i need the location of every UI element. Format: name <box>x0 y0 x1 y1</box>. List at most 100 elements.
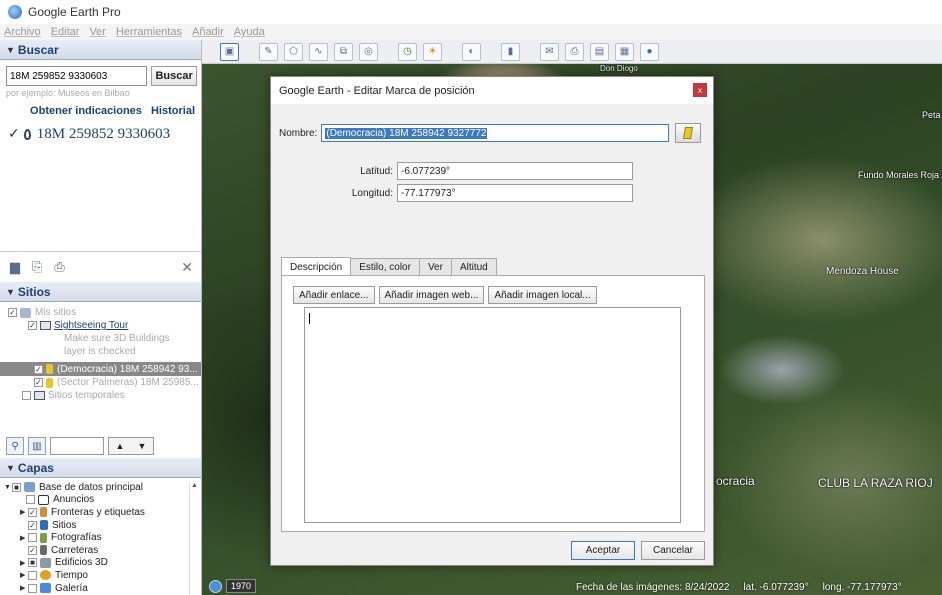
layer-label: Fronteras y etiquetas <box>51 506 145 518</box>
record-tour-icon[interactable]: ◎ <box>359 42 378 61</box>
menu-archivo[interactable]: Archivo <box>4 26 41 38</box>
copy-icon[interactable]: ⎘ <box>32 259 42 275</box>
checkbox[interactable]: ✓ <box>34 364 43 374</box>
gallery-star-icon <box>40 583 51 594</box>
layer-carreteras[interactable]: ✓ Carreteras <box>0 544 201 557</box>
add-link-button[interactable]: Añadir enlace... <box>293 286 375 304</box>
layer-edificios[interactable]: ▶ ■ Edificios 3D <box>0 557 201 570</box>
search-places-icon[interactable]: ⚲ <box>6 437 24 455</box>
map-label-peta: Peta <box>922 110 941 120</box>
checkbox[interactable] <box>28 570 37 580</box>
layers-scrollbar[interactable]: ▲ <box>189 482 199 595</box>
tree-item-democracia[interactable]: ✓ (Democracia) 18M 258942 93... <box>0 362 201 376</box>
add-local-image-button[interactable]: Añadir imagen local... <box>488 286 597 304</box>
menu-editar[interactable]: Editar <box>51 26 80 38</box>
checkbox[interactable]: ■ <box>28 558 37 568</box>
menu-ver[interactable]: Ver <box>89 26 106 38</box>
panel-toggle-icon[interactable]: ▥ <box>28 437 46 455</box>
name-field[interactable]: (Democracia) 18M 258942 9327772 <box>321 124 670 142</box>
layer-fotografias[interactable]: ▶ Fotografías <box>0 531 201 544</box>
move-up-icon[interactable]: ▲ <box>116 441 125 451</box>
historical-year[interactable]: 1970 <box>209 579 257 593</box>
menu-anadir[interactable]: Añadir <box>192 26 224 38</box>
print-icon[interactable]: ⎙ <box>54 259 64 275</box>
tree-item-sightseeing[interactable]: ✓ Sightseeing Tour <box>0 319 201 332</box>
tab-altitud[interactable]: Altitud <box>450 258 497 276</box>
layer-sitios[interactable]: ✓ Sitios <box>0 519 201 532</box>
accept-button[interactable]: Aceptar <box>571 541 635 560</box>
layers-header[interactable]: ▼ Capas <box>0 458 201 478</box>
tab-estilo-color[interactable]: Estilo, color <box>350 258 420 276</box>
search-input[interactable] <box>6 66 148 86</box>
layer-galeria[interactable]: ▶ Galería <box>0 582 201 595</box>
longitude-label: Longitud: <box>351 187 393 199</box>
save-image-icon[interactable]: ▤ <box>590 42 609 61</box>
add-web-image-button[interactable]: Añadir imagen web... <box>378 286 485 304</box>
checkbox[interactable] <box>28 583 37 593</box>
clear-results-icon[interactable]: ✕ <box>181 259 193 276</box>
expand-icon[interactable]: ▶ <box>20 559 28 567</box>
sun-icon[interactable]: ☀ <box>423 42 442 61</box>
checkbox[interactable]: ✓ <box>28 545 37 555</box>
layer-base[interactable]: ▼ ■ Base de datos principal <box>0 481 201 494</box>
close-icon[interactable]: x <box>693 83 707 97</box>
search-button[interactable]: Buscar <box>151 66 197 86</box>
directions-link[interactable]: Obtener indicaciones <box>30 105 142 117</box>
search-header[interactable]: ▼ Buscar <box>0 40 201 60</box>
checkbox[interactable]: ✓ <box>8 308 17 317</box>
year-label: 1970 <box>226 579 257 593</box>
expand-icon[interactable]: ▶ <box>20 508 28 516</box>
add-polygon-icon[interactable]: ⬠ <box>284 42 303 61</box>
print-icon[interactable]: ⎙ <box>565 42 584 61</box>
tab-ver[interactable]: Ver <box>418 258 452 276</box>
sidebar-toggle-icon[interactable]: ▣ <box>220 42 239 61</box>
sightseeing-link[interactable]: Sightseeing Tour <box>54 320 128 331</box>
save-folder-icon[interactable]: ▆ <box>10 259 20 275</box>
places-filter-input[interactable] <box>50 437 104 455</box>
move-down-icon[interactable]: ▼ <box>138 441 147 451</box>
checkbox[interactable] <box>26 495 35 505</box>
checkbox[interactable]: ✓ <box>28 520 37 530</box>
expand-icon[interactable]: ▶ <box>20 584 28 592</box>
checkbox[interactable] <box>28 533 37 543</box>
checkbox[interactable]: ■ <box>12 482 21 492</box>
add-overlay-icon[interactable]: ⧉ <box>334 42 353 61</box>
places-header[interactable]: ▼ Sitios <box>0 282 201 302</box>
add-placemark-icon[interactable]: ✎ <box>259 42 278 61</box>
menu-ayuda[interactable]: Ayuda <box>234 26 265 38</box>
cancel-button[interactable]: Cancelar <box>641 541 705 560</box>
historical-imagery-icon[interactable]: ◷ <box>398 42 417 61</box>
checkbox[interactable] <box>22 391 31 400</box>
tree-item-temporales[interactable]: Sitios temporales <box>0 389 201 402</box>
history-link[interactable]: Historial <box>151 105 195 117</box>
expand-icon[interactable]: ▶ <box>20 571 28 579</box>
layer-anuncios[interactable]: Anuncios <box>0 494 201 507</box>
description-textarea[interactable] <box>304 307 681 523</box>
building-icon <box>40 557 51 568</box>
collapse-triangle-icon: ▼ <box>6 286 15 297</box>
tree-item-sector-palmeras[interactable]: ✓ (Sector Palmeras) 18M 25985... <box>0 376 201 389</box>
map-label-don-diogo: Don Diogo <box>600 64 638 73</box>
view-in-maps-icon[interactable]: ▦ <box>615 42 634 61</box>
tab-descripcion[interactable]: Descripción <box>281 257 352 276</box>
latitude-field[interactable]: -6.077239° <box>397 162 633 180</box>
email-icon[interactable]: ✉ <box>540 42 559 61</box>
layer-tiempo[interactable]: ▶ Tiempo <box>0 569 201 582</box>
menu-herramientas[interactable]: Herramientas <box>116 26 182 38</box>
longitude-field[interactable]: -77.177973° <box>397 184 633 202</box>
layer-fronteras[interactable]: ▶ ✓ Fronteras y etiquetas <box>0 506 201 519</box>
collapse-triangle-icon: ▼ <box>6 462 15 473</box>
checkbox[interactable]: ✓ <box>28 321 37 330</box>
search-result-item[interactable]: ✓ 18M 259852 9330603 <box>0 120 201 143</box>
expand-icon[interactable]: ▶ <box>20 534 28 542</box>
expand-icon[interactable]: ▼ <box>4 484 12 491</box>
tree-item-mis-sitios[interactable]: ✓ Mis sitios <box>0 306 201 319</box>
checkbox[interactable]: ✓ <box>28 507 37 517</box>
status-long: long. -77.177973° <box>822 582 902 593</box>
google-earth-icon[interactable]: ● <box>640 42 659 61</box>
ruler-icon[interactable]: ▮ <box>501 42 520 61</box>
placemark-icon-button[interactable] <box>675 123 701 143</box>
add-path-icon[interactable]: ∿ <box>309 42 328 61</box>
checkbox[interactable]: ✓ <box>34 378 43 387</box>
planets-icon[interactable]: ◐ <box>462 42 481 61</box>
